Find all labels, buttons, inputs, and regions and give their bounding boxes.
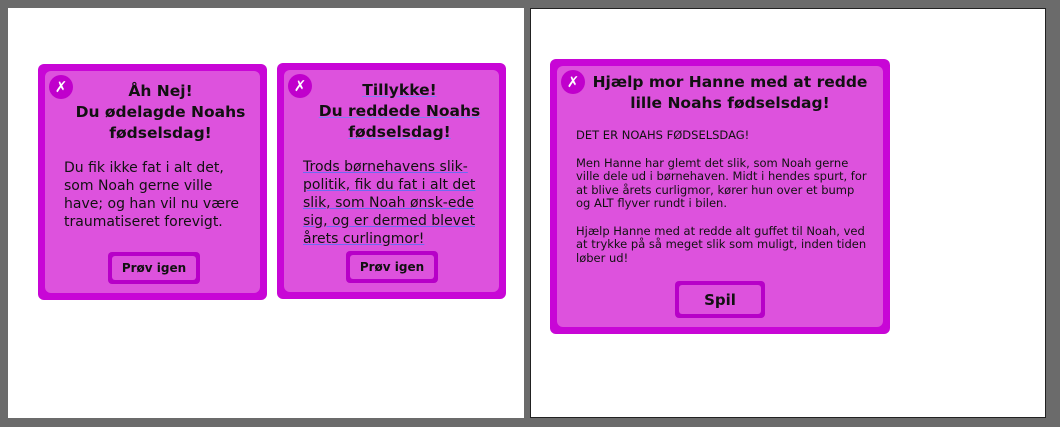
win-card-panel: ✗ Tillykke! Du reddede Noahs fødselsdag! T… xyxy=(284,70,499,292)
play-button-label: Spil xyxy=(679,285,761,314)
win-message: Trods børnehavens slik-politik, fik du f… xyxy=(303,158,489,248)
win-message-text: Trods børnehavens slik-politik, fik du f… xyxy=(303,159,476,247)
retry-button[interactable]: Prøv igen xyxy=(346,251,438,283)
play-button[interactable]: Spil xyxy=(675,281,765,318)
intro-paragraph-1: DET ER NOAHS FØDSELSDAG! xyxy=(576,128,750,142)
close-icon[interactable]: ✗ xyxy=(49,75,73,99)
intro-title: Hjælp mor Hanne med at redde lille Noahs… xyxy=(592,73,868,112)
left-artboard: ✗ Åh Nej! Du ødelagde Noahs fødselsdag! … xyxy=(8,8,524,418)
win-title-line-3: fødselsdag! xyxy=(348,123,451,141)
intro-description: DET ER NOAHS FØDSELSDAG! Men Hanne har g… xyxy=(576,128,871,279)
retry-button[interactable]: Prøv igen xyxy=(108,252,200,284)
intro-card-panel: ✗ Hjælp mor Hanne med at redde lille Noa… xyxy=(557,66,883,327)
game-over-card-panel: ✗ Åh Nej! Du ødelagde Noahs fødselsdag! … xyxy=(45,71,260,293)
intro-paragraph-3: Hjælp Hanne med at redde alt guffet til … xyxy=(576,223,867,265)
game-over-message: Du fik ikke fat i alt det, som Noah gern… xyxy=(64,160,239,230)
intro-paragraph-2: Men Hanne har glemt det slik, som Noah g… xyxy=(576,155,867,210)
close-icon[interactable]: ✗ xyxy=(561,70,585,94)
retry-button-label: Prøv igen xyxy=(350,255,434,279)
win-title: Tillykke! Du reddede Noahs fødselsdag! xyxy=(310,80,489,143)
game-over-title: Åh Nej! Du ødelagde Noahs fødselsdag! xyxy=(75,82,246,142)
win-title-line-1: Tillykke! xyxy=(362,81,437,99)
win-card: ✗ Tillykke! Du reddede Noahs fødselsdag! T… xyxy=(277,63,506,299)
close-icon[interactable]: ✗ xyxy=(288,74,312,98)
retry-button-label: Prøv igen xyxy=(112,256,196,280)
right-artboard: ✗ Hjælp mor Hanne med at redde lille Noa… xyxy=(530,8,1046,418)
win-title-line-2: Du reddede Noahs xyxy=(318,102,481,120)
game-over-card: ✗ Åh Nej! Du ødelagde Noahs fødselsdag! … xyxy=(38,64,267,300)
intro-card: ✗ Hjælp mor Hanne med at redde lille Noa… xyxy=(550,59,890,334)
